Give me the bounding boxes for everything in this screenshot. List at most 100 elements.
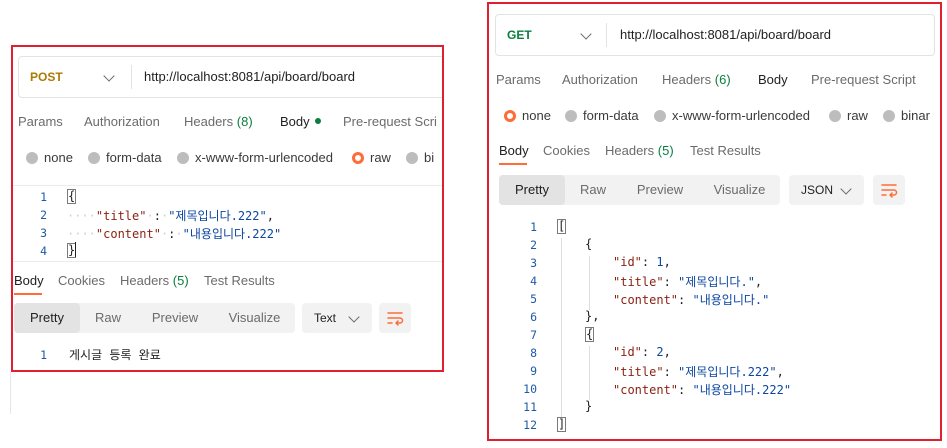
- body-type-raw[interactable]: raw: [829, 108, 868, 123]
- tab-body[interactable]: Body: [280, 114, 321, 129]
- view-raw[interactable]: Raw: [80, 303, 136, 333]
- headers-count: (8): [236, 114, 253, 129]
- radio-binary-icon: [406, 152, 418, 164]
- json-key-content: "content": [95, 227, 161, 241]
- tab-headers-label: Headers: [662, 72, 712, 87]
- wrap-lines-button[interactable]: [379, 303, 411, 333]
- code-line-id-2: "id": 2,: [613, 345, 671, 359]
- json-comma: ,: [663, 345, 671, 359]
- tab-body[interactable]: Body: [758, 72, 788, 87]
- code-line-title-2: "title": "제목입니다.222",: [613, 363, 784, 380]
- view-pretty[interactable]: Pretty: [499, 175, 565, 205]
- method-select[interactable]: GET: [507, 15, 532, 55]
- response-tab-headers[interactable]: Headers (5): [120, 273, 189, 288]
- body-type-none[interactable]: none: [26, 150, 73, 165]
- json-key-content: "content": [613, 383, 679, 397]
- tab-headers-label: Headers: [184, 114, 234, 129]
- json-value-title-2: "제목입니다.222": [678, 365, 777, 379]
- json-key-id: "id": [613, 255, 642, 269]
- radio-form-data-label: form-data: [583, 108, 639, 123]
- radio-binary-label: binar: [901, 108, 930, 123]
- response-tab-cookies[interactable]: Cookies: [58, 273, 105, 288]
- body-type-form-data[interactable]: form-data: [565, 108, 639, 123]
- json-value-title-1: "제목입니다.": [678, 275, 755, 289]
- body-type-urlencoded[interactable]: x-www-form-urlencoded: [654, 108, 810, 123]
- request-body-editor[interactable]: {: [67, 189, 77, 204]
- json-colon: :: [678, 293, 686, 307]
- line-number: 3: [40, 226, 47, 240]
- radio-raw-icon: [829, 110, 841, 122]
- radio-none-icon: [26, 152, 38, 164]
- response-tab-body-underline: [499, 163, 527, 165]
- body-type-binary[interactable]: binar: [883, 108, 930, 123]
- headers-count: (6): [714, 72, 731, 87]
- chevron-down-icon[interactable]: [580, 28, 592, 40]
- format-select[interactable]: JSON: [789, 175, 864, 205]
- tab-authorization[interactable]: Authorization: [84, 114, 160, 129]
- response-tab-body[interactable]: Body: [499, 143, 529, 158]
- view-visualize[interactable]: Visualize: [214, 303, 295, 333]
- url-input[interactable]: http://localhost:8081/api/board/board: [144, 57, 355, 97]
- json-colon: :: [153, 209, 161, 223]
- json-colon: :: [663, 275, 671, 289]
- json-value-content-1: "내용입니다.": [692, 293, 770, 307]
- response-tab-cookies[interactable]: Cookies: [543, 143, 590, 158]
- chevron-down-icon[interactable]: [103, 70, 115, 82]
- tab-params[interactable]: Params: [496, 72, 541, 87]
- response-tab-body[interactable]: Body: [14, 273, 44, 288]
- tab-headers[interactable]: Headers (8): [184, 114, 253, 129]
- tab-pre-request-script[interactable]: Pre-request Scri: [343, 114, 437, 129]
- body-type-form-data[interactable]: form-data: [88, 150, 162, 165]
- response-tab-test-results[interactable]: Test Results: [690, 143, 761, 158]
- view-mode-segmented: Pretty Raw Preview Visualize: [14, 303, 295, 333]
- tab-params[interactable]: Params: [18, 114, 63, 129]
- response-tab-headers[interactable]: Headers (5): [605, 143, 674, 158]
- json-value-title: "제목입니다.222": [168, 209, 267, 223]
- format-select[interactable]: Text: [302, 303, 372, 333]
- code-line-id-1: "id": 1,: [613, 255, 671, 269]
- code-line-content-1: "content": "내용입니다.": [613, 291, 769, 308]
- radio-raw-label: raw: [847, 108, 868, 123]
- close-bracket: ]: [557, 417, 567, 432]
- json-colon: :: [663, 365, 671, 379]
- method-select[interactable]: POST: [30, 57, 63, 97]
- indent-guide: [589, 346, 590, 400]
- body-type-urlencoded[interactable]: x-www-form-urlencoded: [177, 150, 333, 165]
- body-type-none[interactable]: none: [504, 108, 551, 123]
- wrap-lines-icon: [387, 312, 404, 326]
- url-input[interactable]: http://localhost:8081/api/board/board: [620, 15, 831, 55]
- radio-none-selected-icon: [504, 110, 516, 122]
- code-line-content-2: "content": "내용입니다.222": [613, 381, 791, 398]
- view-preview[interactable]: Preview: [136, 303, 214, 333]
- tab-headers[interactable]: Headers (6): [662, 72, 731, 87]
- json-key-title: "title": [613, 365, 664, 379]
- line-number: 11: [523, 400, 537, 414]
- response-headers-count: (5): [172, 273, 189, 288]
- open-object-1: {: [585, 237, 593, 251]
- editor-top-border: [13, 185, 442, 186]
- body-modified-dot: [314, 118, 321, 124]
- format-label: JSON: [801, 183, 834, 197]
- body-type-binary[interactable]: bi: [406, 150, 434, 165]
- json-comma: ,: [754, 275, 763, 289]
- view-visualize[interactable]: Visualize: [699, 175, 780, 205]
- body-type-raw[interactable]: raw: [352, 150, 391, 165]
- response-tab-test-results[interactable]: Test Results: [204, 273, 275, 288]
- wrap-lines-button[interactable]: [873, 175, 905, 205]
- url-separator: [606, 23, 607, 47]
- get-request-panel: GET http://localhost:8081/api/board/boar…: [487, 2, 942, 441]
- line-number: 5: [530, 292, 537, 306]
- view-raw[interactable]: Raw: [565, 175, 621, 205]
- open-brace: {: [67, 189, 77, 204]
- json-value-id-2: 2: [656, 345, 664, 359]
- format-label: Text: [314, 311, 337, 325]
- view-preview[interactable]: Preview: [621, 175, 699, 205]
- wrap-lines-icon: [881, 184, 898, 198]
- view-pretty[interactable]: Pretty: [14, 303, 80, 333]
- post-request-panel: POST http://localhost:8081/api/board/boa…: [11, 45, 444, 372]
- json-value-content: "내용입니다.222": [182, 227, 282, 241]
- tab-authorization[interactable]: Authorization: [562, 72, 638, 87]
- tab-pre-request-script[interactable]: Pre-request Script: [811, 72, 916, 87]
- line-number: 10: [523, 382, 537, 396]
- open-brace-2: {: [585, 327, 595, 342]
